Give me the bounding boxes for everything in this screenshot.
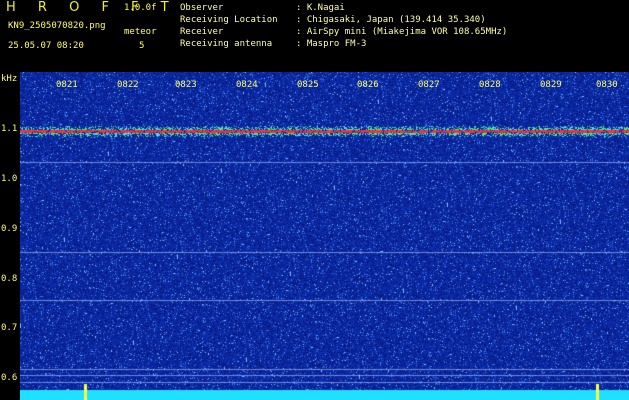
freq-tick-label: 0.9 <box>1 224 18 234</box>
info-label: Observer <box>180 3 224 13</box>
info-label: Receiving antenna <box>180 39 273 49</box>
app-version: 1.0.0f <box>124 3 157 13</box>
freq-tick-label: 0.6 <box>1 373 18 383</box>
time-tick-label: 0826 <box>357 80 379 90</box>
freq-tick-label: 1.0 <box>1 174 18 184</box>
image-filename: KN9_2505070820.png <box>8 21 106 31</box>
spectrogram-plot <box>20 72 629 400</box>
header-panel: H R O F F T 1.0.0f KN9_2505070820.png me… <box>0 0 629 72</box>
freq-tick-label: 1.1 <box>1 124 18 134</box>
meteor-label: meteor <box>124 27 157 37</box>
time-tick-label: 0829 <box>540 80 562 90</box>
time-tick-label: 0830 <box>596 80 618 90</box>
freq-tick-label: 0.8 <box>1 274 18 284</box>
time-tick-label: 0823 <box>175 80 197 90</box>
info-receiver: Receiver : AirSpy mini (Miakejima VOR 108… <box>180 27 507 37</box>
info-antenna: Receiving antenna : Maspro FM-3 <box>180 39 366 49</box>
image-datetime: 25.05.07 08:20 <box>8 41 84 51</box>
time-tick-label: 0821 <box>56 80 78 90</box>
info-observer: Observer : K.Nagai <box>180 3 345 13</box>
info-label: Receiver <box>180 27 224 37</box>
time-tick-label: 0824 <box>236 80 258 90</box>
info-label: Receiving Location <box>180 15 278 25</box>
info-value: : K.Nagai <box>296 3 345 13</box>
meteor-count: 5 <box>139 41 145 51</box>
info-value: : Chigasaki, Japan (139.414 35.340) <box>296 15 486 25</box>
info-location: Receiving Location : Chigasaki, Japan (13… <box>180 15 486 25</box>
time-tick-label: 0828 <box>479 80 501 90</box>
info-value: : AirSpy mini (Miakejima VOR 108.65MHz) <box>296 27 508 37</box>
time-tick-label: 0825 <box>297 80 319 90</box>
frequency-unit-label: kHz <box>1 74 18 84</box>
time-tick-label: 0827 <box>418 80 440 90</box>
time-tick-label: 0822 <box>117 80 139 90</box>
info-value: : Maspro FM-3 <box>296 39 367 49</box>
freq-tick-label: 0.7 <box>1 323 18 333</box>
